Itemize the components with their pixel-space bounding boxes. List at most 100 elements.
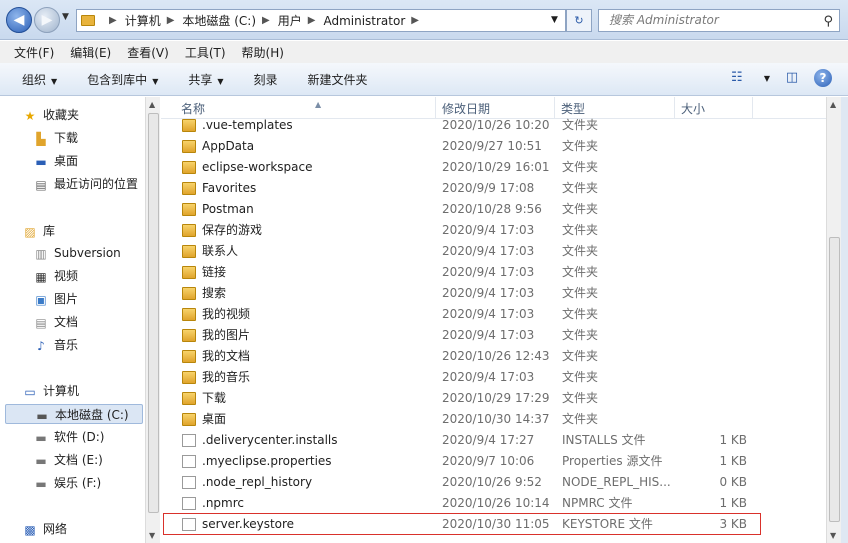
burn-button[interactable]: 刻录 (254, 71, 278, 88)
recent-places-icon: ▤ (35, 177, 47, 192)
menu-file[interactable]: 文件(F) (14, 44, 54, 61)
file-row[interactable]: AppData 2020/9/27 10:51 文件夹 (161, 136, 826, 157)
nav-network[interactable]: ▩ 网络 (22, 519, 67, 539)
downloads-folder-icon: ▙ (36, 131, 46, 146)
file-row[interactable]: Favorites 2020/9/9 17:08 文件夹 (161, 178, 826, 199)
nav-computer[interactable]: ▭ 计算机 (22, 381, 79, 401)
recent-pages-dropdown-icon[interactable]: ▼ (62, 12, 69, 22)
file-list-scrollbar[interactable]: ▲ ▼ (826, 97, 841, 543)
breadcrumb-users[interactable]: 用户 (278, 12, 302, 29)
chevron-right-icon[interactable]: ▶ (411, 15, 419, 26)
file-date: 2020/9/4 17:03 (442, 370, 535, 384)
search-icon[interactable]: ⚲ (823, 11, 833, 32)
file-size: 1 KB (719, 454, 747, 468)
file-row[interactable]: 保存的游戏 2020/9/4 17:03 文件夹 (161, 220, 826, 241)
nav-downloads[interactable]: ▙ 下载 (33, 128, 78, 148)
libraries-icon: ▨ (24, 224, 36, 239)
nav-drive-f[interactable]: ▬ 娱乐 (F:) (33, 473, 101, 493)
file-row[interactable]: 联系人 2020/9/4 17:03 文件夹 (161, 241, 826, 262)
nav-scrollbar-thumb[interactable] (148, 113, 159, 513)
file-name: 我的图片 (202, 328, 251, 342)
file-row[interactable]: server.keystore 2020/10/30 11:05 KEYSTORE … (161, 514, 826, 535)
include-in-library-button[interactable]: 包含到库中 ▼ (87, 71, 158, 88)
file-row[interactable]: 桌面 2020/10/30 14:37 文件夹 (161, 409, 826, 430)
file-row[interactable]: 我的文档 2020/10/26 12:43 文件夹 (161, 346, 826, 367)
help-icon[interactable]: ? (814, 69, 832, 87)
share-button[interactable]: 共享 ▼ (188, 71, 223, 88)
file-size: 1 KB (719, 433, 747, 447)
file-date: 2020/9/4 17:03 (442, 328, 535, 342)
file-row[interactable]: 链接 2020/9/4 17:03 文件夹 (161, 262, 826, 283)
file-row[interactable]: .vue-templates 2020/10/26 10:20 文件夹 (161, 115, 826, 136)
address-path[interactable]: ▶ 计算机 ▶ 本地磁盘 (C:) ▶ 用户 ▶ Administrator ▶… (76, 9, 566, 32)
back-arrow-icon[interactable]: ◀ (6, 7, 32, 33)
nav-favorites[interactable]: ★ 收藏夹 (22, 105, 79, 125)
file-row[interactable]: 我的音乐 2020/9/4 17:03 文件夹 (161, 367, 826, 388)
file-name: .vue-templates (202, 118, 293, 132)
nav-pictures[interactable]: ▣ 图片 (33, 289, 78, 309)
chevron-right-icon[interactable]: ▶ (109, 15, 117, 26)
nav-documents[interactable]: ▤ 文档 (33, 312, 78, 332)
file-row[interactable]: 下载 2020/10/29 17:29 文件夹 (161, 388, 826, 409)
preview-pane-icon[interactable]: ◫ (782, 69, 802, 87)
organize-button[interactable]: 组织 ▼ (22, 71, 57, 88)
menu-view[interactable]: 查看(V) (127, 44, 169, 61)
menu-edit[interactable]: 编辑(E) (70, 44, 111, 61)
nav-recent-places[interactable]: ▤ 最近访问的位置 (33, 174, 138, 194)
file-row[interactable]: Postman 2020/10/28 9:56 文件夹 (161, 199, 826, 220)
nav-drive-e[interactable]: ▬ 文档 (E:) (33, 450, 102, 470)
new-folder-button[interactable]: 新建文件夹 (308, 71, 368, 88)
chevron-down-icon[interactable]: ▼ (764, 74, 770, 83)
menu-tools[interactable]: 工具(T) (185, 44, 226, 61)
file-row[interactable]: 搜索 2020/9/4 17:03 文件夹 (161, 283, 826, 304)
nav-desktop-label: 桌面 (54, 154, 79, 168)
breadcrumb-drive-c[interactable]: 本地磁盘 (C:) (182, 12, 256, 29)
file-row[interactable]: 我的视频 2020/9/4 17:03 文件夹 (161, 304, 826, 325)
folder-icon (81, 15, 95, 26)
folder-icon (182, 119, 196, 132)
file-type: 文件夹 (562, 223, 599, 237)
chevron-down-icon: ▼ (152, 76, 159, 86)
nav-libraries[interactable]: ▨ 库 (22, 221, 55, 241)
breadcrumb-administrator[interactable]: Administrator (323, 14, 405, 28)
file-type: NPMRC 文件 (562, 496, 633, 510)
menu-help[interactable]: 帮助(H) (242, 44, 284, 61)
file-type: 文件夹 (562, 286, 599, 300)
nav-network-label: 网络 (43, 522, 68, 536)
chevron-right-icon[interactable]: ▶ (308, 15, 316, 26)
scroll-down-icon[interactable]: ▼ (149, 531, 155, 540)
file-date: 2020/9/7 10:06 (442, 454, 535, 468)
nav-videos-label: 视频 (54, 269, 79, 283)
nav-drive-c[interactable]: ▬ 本地磁盘 (C:) (5, 404, 143, 424)
chevron-right-icon[interactable]: ▶ (262, 15, 270, 26)
file-row[interactable]: 我的图片 2020/9/4 17:03 文件夹 (161, 325, 826, 346)
address-dropdown-icon[interactable]: ▼ (551, 15, 558, 25)
nav-drive-d[interactable]: ▬ 软件 (D:) (33, 427, 104, 447)
desktop-icon: ▬ (35, 154, 47, 169)
view-options-icon[interactable]: ☷ (727, 69, 747, 87)
file-type: 文件夹 (562, 370, 599, 384)
file-name: 链接 (202, 265, 227, 279)
nav-music[interactable]: ♪ 音乐 (33, 335, 78, 355)
file-date: 2020/10/26 12:43 (442, 349, 550, 363)
breadcrumb-computer[interactable]: 计算机 (125, 12, 161, 29)
search-input[interactable]: 搜索 Administrator ⚲ (598, 9, 840, 32)
file-row[interactable]: .deliverycenter.installs 2020/9/4 17:27 IN… (161, 430, 826, 451)
forward-arrow-icon[interactable]: ▶ (34, 7, 60, 33)
scroll-up-icon[interactable]: ▲ (149, 100, 155, 109)
chevron-right-icon[interactable]: ▶ (167, 15, 175, 26)
navigation-pane: ★ 收藏夹 ▙ 下载 ▬ 桌面 ▤ 最近访问的位置 ▨ 库 ▥ Subversion ▦ 视频… (0, 97, 145, 543)
nav-videos[interactable]: ▦ 视频 (33, 266, 78, 286)
file-row[interactable]: .myeclipse.properties 2020/9/7 10:06 Prope… (161, 451, 826, 472)
file-row[interactable]: .npmrc 2020/10/26 10:14 NPMRC 文件 1 KB (161, 493, 826, 514)
file-row[interactable]: .node_repl_history 2020/10/26 9:52 NODE_RE… (161, 472, 826, 493)
refresh-button[interactable]: ↻ (566, 9, 592, 32)
scroll-down-icon[interactable]: ▼ (830, 531, 836, 540)
file-list-scrollbar-thumb[interactable] (829, 237, 840, 522)
nav-desktop[interactable]: ▬ 桌面 (33, 151, 78, 171)
scroll-up-icon[interactable]: ▲ (830, 100, 836, 109)
nav-scrollbar[interactable]: ▲ ▼ (145, 97, 160, 543)
nav-subversion[interactable]: ▥ Subversion (33, 243, 120, 263)
nav-documents-label: 文档 (54, 315, 79, 329)
file-row[interactable]: eclipse-workspace 2020/10/29 16:01 文件夹 (161, 157, 826, 178)
